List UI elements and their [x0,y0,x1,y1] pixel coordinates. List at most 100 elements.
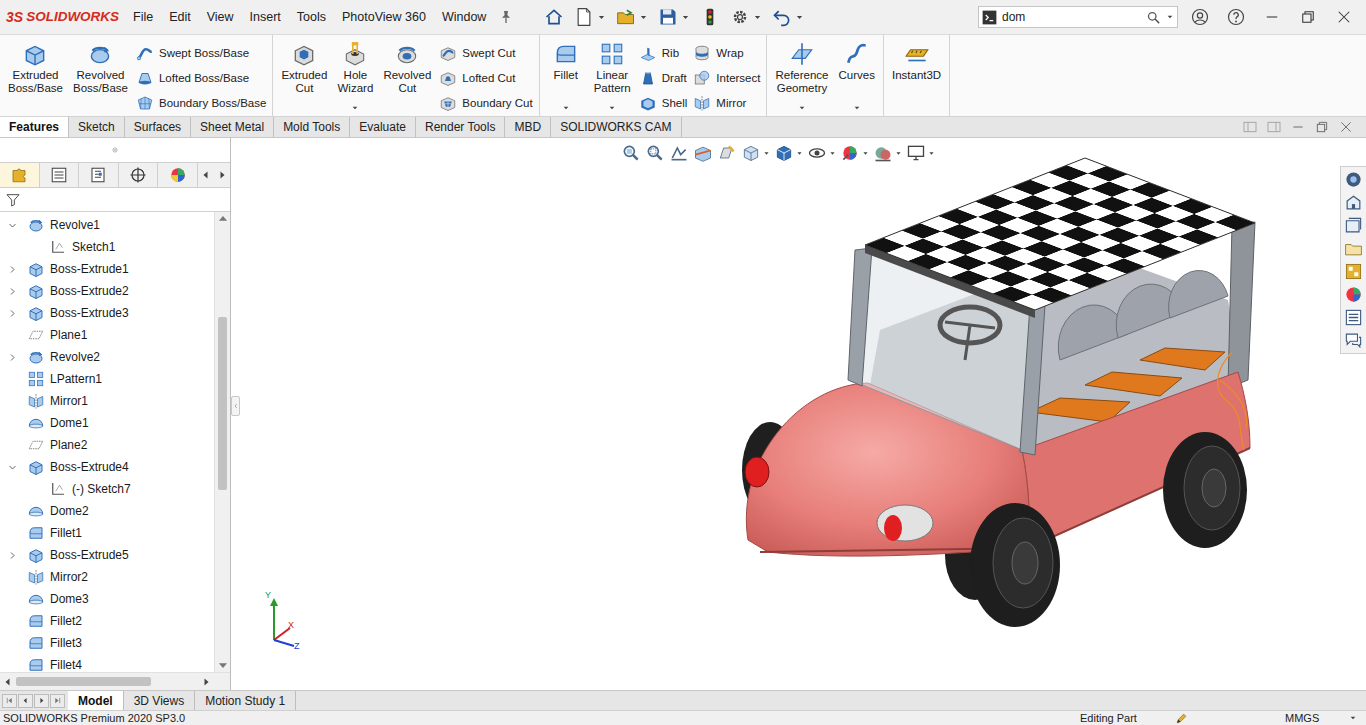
tree-item-label[interactable]: Fillet2 [50,613,82,629]
library-icon[interactable] [1344,193,1363,212]
ribbon-button[interactable]: Fillet [546,41,586,112]
expand-arrow-icon[interactable] [8,551,17,560]
wrap-icon[interactable] [693,44,711,62]
expander[interactable] [5,306,19,320]
expander[interactable] [5,218,19,232]
mirror-icon[interactable] [27,568,45,586]
expander[interactable] [5,284,19,298]
command-tab-label[interactable]: Sketch [78,118,115,136]
dropdown-caret-icon[interactable] [862,150,869,157]
plane-icon[interactable] [27,326,45,344]
model-tab-label[interactable]: Model [78,693,113,709]
expand-arrow-icon[interactable] [8,309,17,318]
expand-arrow-icon[interactable] [8,265,17,274]
quick-access-button[interactable] [696,7,724,27]
command-tab-label[interactable]: Mold Tools [283,118,340,136]
tree-item-label[interactable]: Sketch1 [72,239,115,255]
dome-icon[interactable] [27,414,45,432]
ribbon-button-label[interactable]: Lofted Cut [462,71,515,85]
revolve-icon[interactable] [27,216,45,234]
feature-manager-icon[interactable] [10,166,28,184]
command-tab[interactable]: Surfaces [125,117,191,137]
dropdown-caret-icon[interactable] [796,150,803,157]
display-manager-icon[interactable] [169,166,187,184]
ribbon-button[interactable]: Shell [639,93,688,112]
sketch-icon[interactable] [49,238,67,256]
scroll-right-icon[interactable] [216,169,228,181]
last-tab-icon[interactable] [53,696,62,705]
ribbon-button-label[interactable]: Hole Wizard [338,69,374,95]
command-tab[interactable]: Mold Tools [274,117,350,137]
light-icon[interactable] [700,7,720,27]
ribbon-button-label[interactable]: Swept Cut [462,46,515,60]
loft-icon[interactable] [136,69,154,87]
panel-tab[interactable] [79,163,119,187]
dropdown-caret-icon[interactable] [351,104,359,112]
view-area-icon[interactable] [645,143,665,163]
intersect-icon[interactable] [693,69,711,87]
ribbon-button[interactable]: Swept Cut [439,43,532,62]
panel-tab[interactable] [0,163,40,187]
dropdown-caret-icon[interactable] [853,104,861,112]
menu-item[interactable]: Edit [161,7,199,27]
view-app-icon[interactable] [840,143,860,163]
ribbon-button[interactable]: Revolved Boss/Base [71,41,130,112]
ribbon-button[interactable]: Wrap [693,43,760,62]
tree-item[interactable]: (-) Sketch7 [0,478,214,500]
next-tab-icon[interactable] [37,696,46,705]
command-tab-label[interactable]: Render Tools [425,118,496,136]
ribbon-button[interactable]: Curves [837,41,877,112]
dropdown-caret-icon[interactable] [795,13,804,22]
dropdown-caret-icon[interactable] [798,104,806,112]
revolve-icon[interactable] [87,41,113,67]
view-scene-icon[interactable] [873,143,893,163]
panel-collapse-strip[interactable] [0,138,230,162]
ribbon-button-label[interactable]: Reference Geometry [775,69,828,95]
draft-icon[interactable] [639,69,657,87]
view-prev-icon[interactable] [669,143,689,163]
pencil-icon[interactable] [1175,712,1188,725]
tree-item-label[interactable]: Boss-Extrude5 [50,547,129,563]
ribbon-button-label[interactable]: Extruded Cut [281,69,327,95]
dome-icon[interactable] [27,590,45,608]
extrude-icon[interactable] [27,458,45,476]
ribbon-button-label[interactable]: Mirror [716,96,746,110]
ribbon-button-label[interactable]: Boundary Boss/Base [159,96,266,110]
sweep-icon[interactable] [136,44,154,62]
appearance-icon[interactable] [1344,285,1363,304]
ribbon-button[interactable]: Boundary Cut [439,93,532,112]
ribbon-button-label[interactable]: Fillet [554,69,578,82]
tree-item[interactable]: LPattern1 [0,368,214,390]
minimize-icon[interactable] [1290,119,1306,135]
scroll-thumb[interactable] [218,317,227,490]
tab-scroll-button[interactable] [18,694,33,708]
command-tab-label[interactable]: MBD [514,118,541,136]
ribbon-button[interactable]: Lofted Boss/Base [136,68,266,87]
view-tool-button[interactable] [693,143,713,163]
dropdown-caret-icon[interactable] [753,13,762,22]
rib-icon[interactable] [639,44,657,62]
extrude-icon[interactable] [27,282,45,300]
pattern-icon[interactable] [599,41,625,67]
view-tool-button[interactable] [906,143,935,163]
curves-icon[interactable] [844,41,870,67]
new-doc-icon[interactable] [574,7,594,27]
tree-item[interactable]: Mirror1 [0,390,214,412]
tree-item[interactable]: Revolve2 [0,346,214,368]
view-fit-icon[interactable] [621,143,641,163]
tree-item[interactable]: Fillet1 [0,522,214,544]
extrude-icon[interactable] [27,304,45,322]
dropdown-slot[interactable] [851,103,863,112]
tree-item[interactable]: Boss-Extrude5 [0,544,214,566]
resources-icon[interactable] [1344,170,1363,189]
scroll-thumb[interactable] [16,677,151,686]
dropdown-caret-icon[interactable] [681,13,690,22]
expand-arrow-icon[interactable] [8,287,17,296]
reference-geometry-icon[interactable] [789,41,815,67]
view-tool-button[interactable] [645,143,665,163]
command-tab-label[interactable]: Features [9,118,59,136]
dropdown-slot[interactable] [560,103,572,112]
ribbon-button[interactable]: Intersect [693,68,760,87]
forum-icon[interactable] [1344,331,1363,350]
view-tool-button[interactable] [621,143,641,163]
